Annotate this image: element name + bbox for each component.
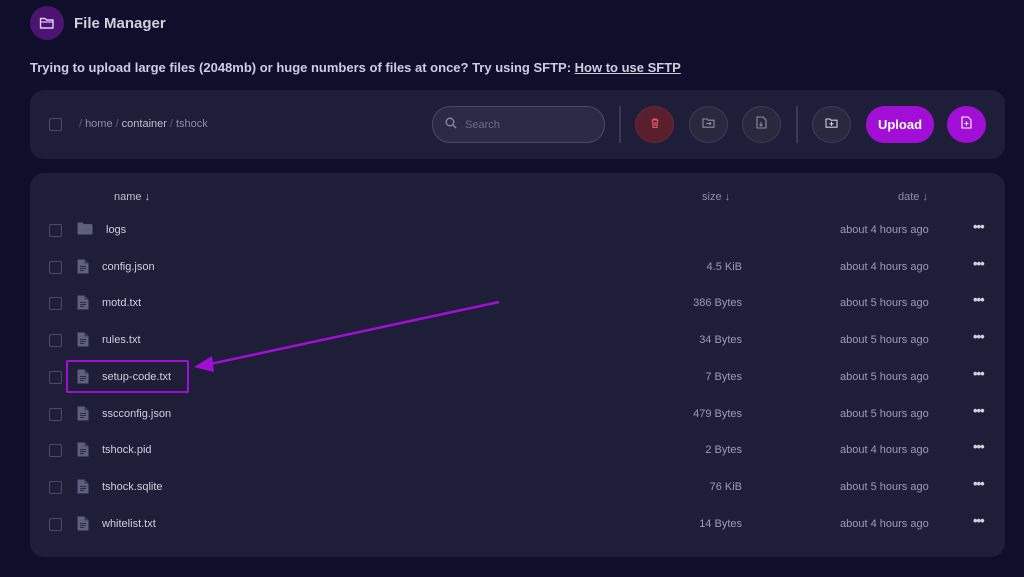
- annotation-arrow: [194, 300, 500, 372]
